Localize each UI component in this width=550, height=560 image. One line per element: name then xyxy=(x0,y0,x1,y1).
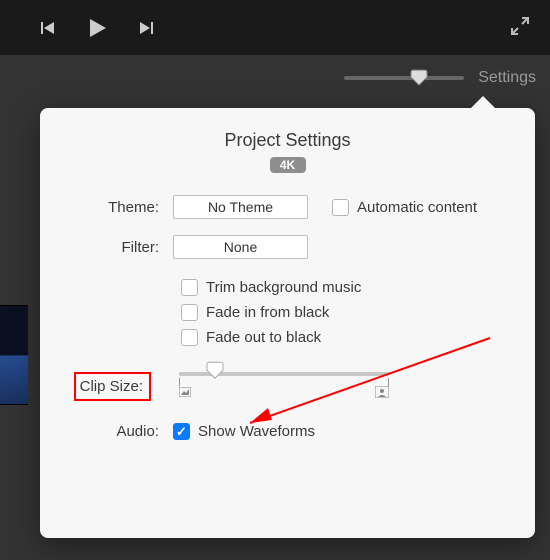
show-waveforms-label: Show Waveforms xyxy=(198,423,315,440)
trim-music-checkbox[interactable] xyxy=(181,279,198,296)
fade-in-label: Fade in from black xyxy=(206,304,329,321)
show-waveforms-checkbox[interactable] xyxy=(173,423,190,440)
next-icon[interactable] xyxy=(138,17,154,39)
filter-select[interactable]: None xyxy=(173,235,308,259)
fade-out-checkbox[interactable] xyxy=(181,329,198,346)
settings-button[interactable]: Settings xyxy=(478,69,536,87)
expand-icon[interactable] xyxy=(510,16,530,39)
zoom-slider[interactable] xyxy=(344,76,464,80)
filter-row: Filter: None xyxy=(68,235,507,259)
annotation-highlight-box: Clip Size: xyxy=(74,372,151,401)
clip-size-label: Clip Size: xyxy=(68,378,163,395)
audio-row: Audio: Show Waveforms xyxy=(68,423,507,440)
zoom-slider-thumb[interactable] xyxy=(410,68,428,86)
playback-toolbar xyxy=(0,0,550,55)
settings-bar: Settings xyxy=(0,55,550,100)
audio-label: Audio: xyxy=(68,423,173,440)
playback-controls xyxy=(20,17,154,39)
fade-out-label: Fade out to black xyxy=(206,329,321,346)
prev-icon[interactable] xyxy=(40,17,56,39)
theme-row: Theme: No Theme Automatic content xyxy=(68,195,507,219)
thumb-small-icon xyxy=(179,386,191,401)
timeline-clip-preview xyxy=(0,305,28,405)
thumb-large-icon xyxy=(375,386,389,401)
clip-size-slider[interactable] xyxy=(179,372,389,376)
popover-title: Project Settings xyxy=(68,130,507,151)
play-icon[interactable] xyxy=(86,17,108,39)
project-settings-popover: Project Settings 4K Theme: No Theme Auto… xyxy=(40,108,535,538)
content-area: Project Settings 4K Theme: No Theme Auto… xyxy=(0,100,550,560)
theme-select[interactable]: No Theme xyxy=(173,195,308,219)
automatic-content-checkbox[interactable] xyxy=(332,199,349,216)
options-group: Trim background music Fade in from black… xyxy=(68,279,507,346)
filter-label: Filter: xyxy=(68,239,173,256)
automatic-content-label: Automatic content xyxy=(357,199,477,216)
clip-size-row: Clip Size: xyxy=(68,372,507,401)
resolution-badge: 4K xyxy=(270,157,306,173)
theme-label: Theme: xyxy=(68,199,173,216)
fade-in-checkbox[interactable] xyxy=(181,304,198,321)
trim-music-label: Trim background music xyxy=(206,279,361,296)
